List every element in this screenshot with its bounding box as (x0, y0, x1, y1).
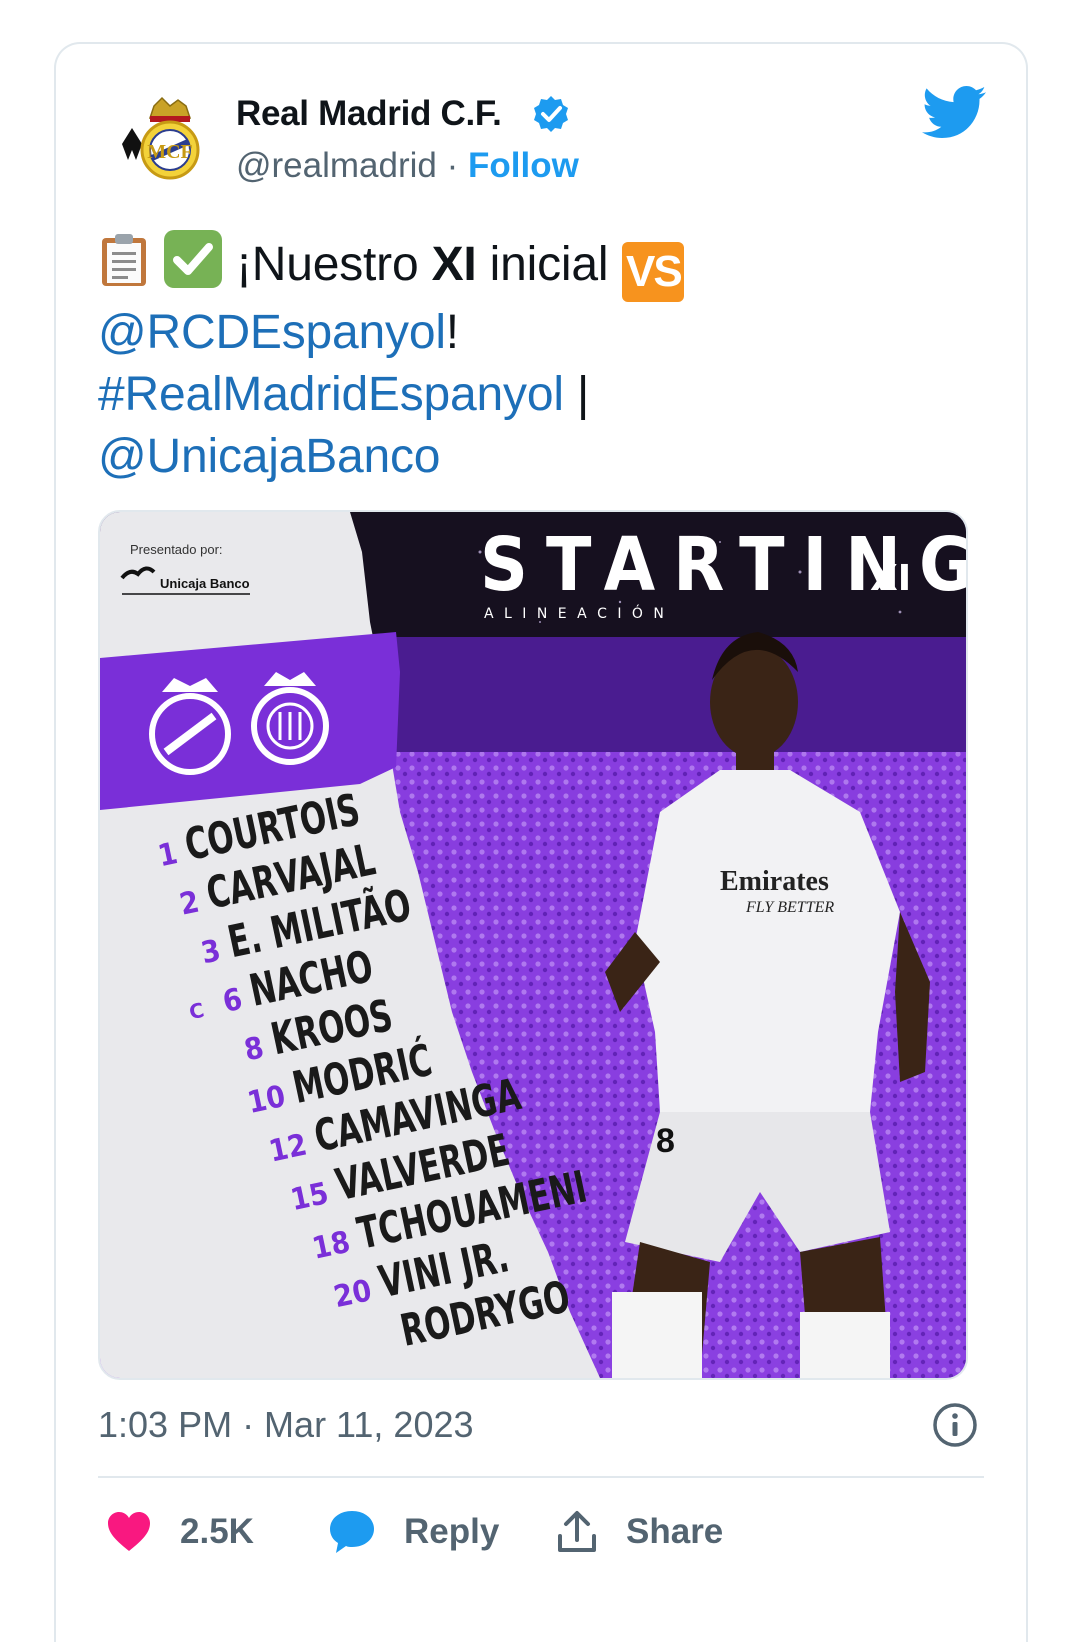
info-icon[interactable] (932, 1402, 978, 1448)
tweet-actions: 2.5K Reply Share (106, 1502, 986, 1562)
handle-row: @realmadrid · Follow (236, 146, 579, 186)
tweet-exclaim: ! (445, 306, 459, 359)
shorts-number: 8 (656, 1122, 675, 1160)
tweet-text-intro: ¡Nuestro (236, 238, 432, 291)
presented-by-label: Presentado por: (130, 542, 223, 557)
display-name[interactable]: Real Madrid C.F. (236, 94, 502, 134)
tweet-pipe: | (563, 368, 590, 421)
share-button[interactable]: Share (556, 1502, 723, 1562)
svg-text:MCF: MCF (147, 141, 193, 163)
heart-icon (108, 1512, 150, 1551)
real-madrid-crest-icon: MCF (122, 96, 200, 180)
vs-emoji: VS (622, 242, 685, 302)
verified-badge-icon (534, 96, 568, 132)
jersey-sponsor: Emirates (720, 866, 829, 897)
account-handle[interactable]: @realmadrid (236, 146, 437, 185)
handle-separator: · (446, 146, 459, 185)
tweet-text: ¡Nuestro XI inicial VS @RCDEspanyol! #Rea… (98, 230, 978, 488)
lineup-graphic[interactable]: Presentado por: Unicaja Banco STARTING X… (98, 510, 968, 1380)
mention-unicajabanco[interactable]: @UnicajaBanco (98, 430, 441, 483)
check-mark-emoji-icon (164, 230, 222, 288)
hashtag-realmadridespanyol[interactable]: #RealMadridEspanyol (98, 368, 564, 421)
reply-label: Reply (404, 1512, 500, 1551)
like-count: 2.5K (180, 1512, 254, 1551)
action-divider (98, 1476, 984, 1478)
mention-rcdespanyol[interactable]: @RCDEspanyol (98, 306, 446, 359)
share-label: Share (626, 1512, 724, 1551)
twitter-bird-icon[interactable] (922, 84, 986, 140)
tweet-timestamp[interactable]: 1:03 PM · Mar 11, 2023 (98, 1404, 474, 1446)
share-icon (558, 1511, 596, 1552)
like-button[interactable]: 2.5K (106, 1502, 254, 1562)
sponsor-name: Unicaja Banco (160, 576, 250, 591)
graphic-subtitle: A L I N E A C I Ó N (484, 604, 667, 622)
tweet-text-bold: XI (431, 238, 477, 291)
jersey-tagline: FLY BETTER (745, 899, 834, 916)
reply-button[interactable]: Reply (328, 1502, 499, 1562)
graphic-title-suffix: XI (870, 558, 911, 599)
tweet-card: MCF Real Madrid C.F. @realmadrid · Follo… (54, 42, 1028, 1642)
follow-button[interactable]: Follow (468, 146, 579, 185)
account-avatar[interactable]: MCF (106, 86, 220, 200)
lineup-graphic-svg: Presentado por: Unicaja Banco STARTING X… (100, 512, 966, 1378)
clipboard-emoji-icon (102, 234, 146, 286)
tweet-text-suffix: inicial (476, 238, 609, 291)
reply-bubble-icon (330, 1511, 374, 1553)
